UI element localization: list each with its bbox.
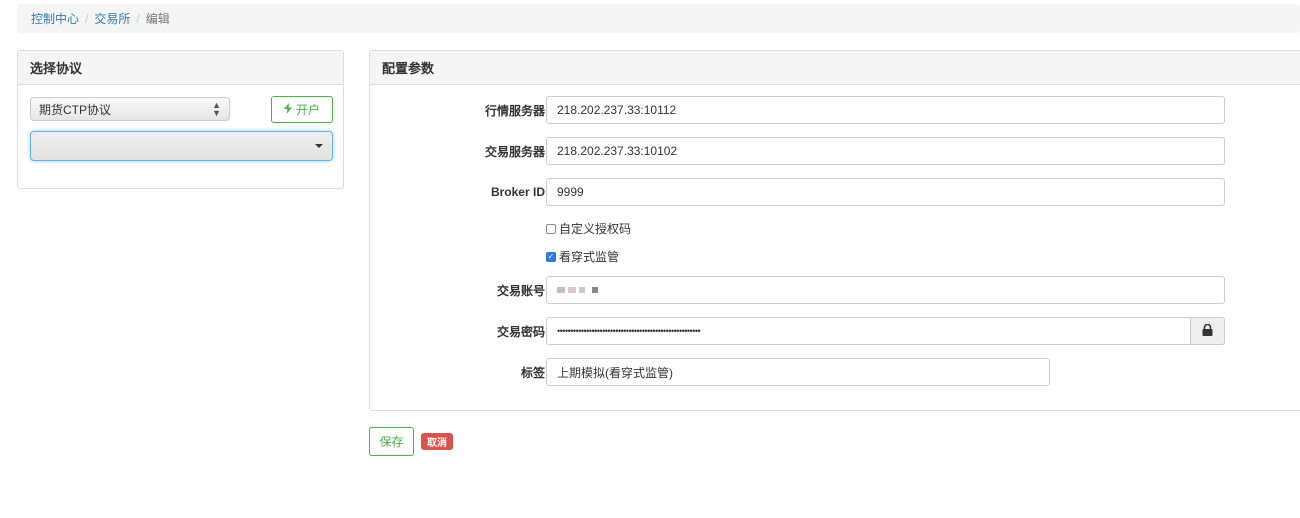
redacted-value — [557, 287, 598, 293]
penetration-checkbox-row[interactable]: ✓ 看穿式监管 — [546, 248, 619, 265]
lock-icon — [1202, 323, 1213, 339]
breadcrumb-exchange[interactable]: 交易所 — [94, 10, 130, 27]
protocol-select[interactable]: 期货CTP协议 ▲ ▼ — [30, 97, 230, 121]
form-row-broker-id: Broker ID 9999 — [370, 178, 1300, 206]
breadcrumb-separator: / — [85, 11, 89, 26]
lightning-icon — [283, 102, 292, 117]
save-button[interactable]: 保存 — [369, 427, 414, 456]
market-server-label: 行情服务器 — [484, 103, 545, 118]
protocol-select-value: 期货CTP协议 — [39, 102, 112, 117]
custom-auth-checkbox[interactable] — [546, 223, 556, 234]
caret-down-icon — [315, 144, 323, 148]
form-row-account: 交易账号 — [370, 276, 1300, 304]
market-server-input[interactable]: 218.202.237.33:10112 — [546, 96, 1225, 124]
trade-server-label: 交易服务器 — [484, 144, 545, 159]
tag-input[interactable]: 上期模拟(看穿式监管) — [546, 358, 1050, 386]
trade-server-input[interactable]: 218.202.237.33:10102 — [546, 137, 1225, 165]
select-arrows-icon: ▲ ▼ — [212, 100, 221, 118]
tag-label: 标签 — [520, 365, 545, 380]
config-panel-title: 配置参数 — [370, 51, 1300, 85]
cancel-button[interactable]: 取消 — [421, 433, 453, 450]
breadcrumb-control-center[interactable]: 控制中心 — [31, 10, 79, 27]
form-row-market-server: 行情服务器 218.202.237.33:10112 — [370, 96, 1300, 124]
open-account-button[interactable]: 开户 — [271, 96, 333, 123]
password-input[interactable]: ••••••••••••••••••••••••••••••••••••••••… — [546, 317, 1191, 345]
open-account-label: 开户 — [295, 103, 320, 117]
custom-auth-label: 自定义授权码 — [559, 222, 632, 236]
protocol-panel: 选择协议 期货CTP协议 ▲ ▼ 开户 — [17, 50, 344, 189]
custom-auth-checkbox-row[interactable]: 自定义授权码 — [546, 220, 631, 237]
password-label: 交易密码 — [496, 324, 545, 339]
breadcrumb-separator: / — [136, 11, 140, 26]
config-panel: 配置参数 行情服务器 218.202.237.33:10112 交易服务器 21… — [369, 50, 1300, 411]
form-row-password: 交易密码 •••••••••••••••••••••••••••••••••••… — [370, 317, 1300, 345]
secondary-select[interactable] — [30, 131, 333, 161]
form-row-tag: 标签 上期模拟(看穿式监管) — [370, 358, 1300, 386]
form-row-trade-server: 交易服务器 218.202.237.33:10102 — [370, 137, 1300, 165]
account-input[interactable] — [546, 276, 1225, 304]
protocol-panel-title: 选择协议 — [18, 51, 343, 85]
breadcrumb-current: 编辑 — [145, 12, 170, 26]
password-addon[interactable] — [1191, 317, 1225, 345]
penetration-label: 看穿式监管 — [559, 250, 620, 264]
account-label: 交易账号 — [496, 283, 545, 298]
breadcrumb: 控制中心 / 交易所 / 编辑 — [17, 4, 1300, 33]
broker-id-label: Broker ID — [490, 185, 545, 199]
broker-id-input[interactable]: 9999 — [546, 178, 1225, 206]
penetration-checkbox[interactable]: ✓ — [546, 251, 556, 262]
